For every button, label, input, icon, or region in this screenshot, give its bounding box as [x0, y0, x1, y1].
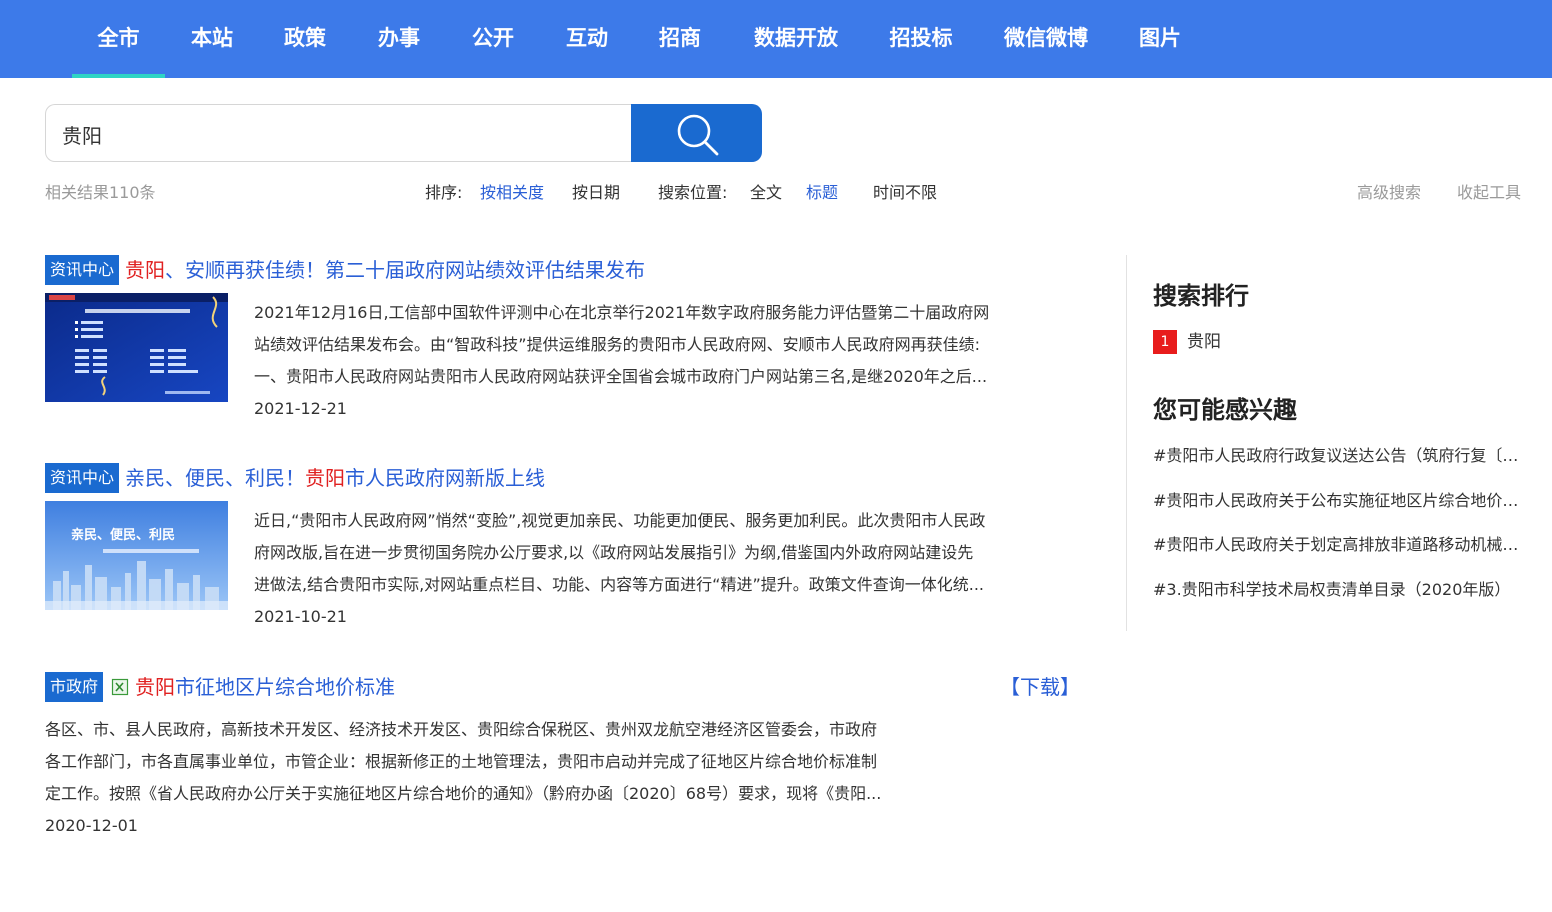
nav-tab-investment[interactable]: 招商 [648, 0, 712, 78]
result-item: 市政府 贵阳市征地区片综合地价标准 【下载】 各区、市、县人民政府，高新技术开发区… [45, 672, 1085, 842]
nav-tab-all-city[interactable]: 全市 [72, 0, 165, 78]
title-highlight: 贵阳 [135, 675, 176, 699]
download-link[interactable]: 【下载】 [1000, 672, 1080, 702]
nav-tab-bidding[interactable]: 招投标 [887, 0, 955, 78]
search-box [45, 104, 631, 162]
magnifier-icon [677, 114, 719, 156]
category-badge: 资讯中心 [45, 255, 120, 285]
search-input[interactable] [60, 113, 624, 155]
result-date: 2020-12-01 [45, 816, 138, 835]
search-position-fulltext[interactable]: 全文 [750, 182, 782, 206]
result-title-link[interactable]: 贵阳、安顺再获佳绩！第二十届政府网站绩效评估结果发布 [125, 258, 645, 282]
top-navbar: 全市 本站 政策 办事 公开 互动 招商 数据开放 招投标 微信微博 图片 [0, 0, 1552, 78]
rank-term: 贵阳 [1187, 332, 1221, 352]
category-badge: 资讯中心 [45, 463, 120, 493]
interest-link[interactable]: #3.贵阳市科学技术局权责清单目录（2020年版） [1153, 578, 1527, 602]
result-snippet: 2021年12月16日,工信部中国软件评测中心在北京举行2021年数字政府服务能… [254, 303, 990, 386]
interest-link[interactable]: #贵阳市人民政府行政复议送达公告（筑府行复〔2021〕号） [1153, 444, 1527, 468]
nav-tab-this-site[interactable]: 本站 [180, 0, 244, 78]
title-highlight: 贵阳 [125, 258, 166, 282]
nav-tab-policy[interactable]: 政策 [273, 0, 337, 78]
website-banner-image: 亲民、便民、利民 [45, 501, 228, 610]
advanced-search-link[interactable]: 高级搜索 [1357, 182, 1421, 206]
result-thumbnail[interactable] [45, 293, 228, 402]
result-snippet: 各区、市、县人民政府，高新技术开发区、经济技术开发区、贵阳综合保税区、贵州双龙航… [45, 720, 882, 803]
result-item: 资讯中心 亲民、便民、利民！贵阳市人民政府网新版上线 亲民、便民、利民 近日,“… [45, 463, 1085, 626]
spreadsheet-file-icon [111, 678, 129, 696]
sort-by-date[interactable]: 按日期 [572, 182, 620, 206]
result-title-link[interactable]: 亲民、便民、利民！贵阳市人民政府网新版上线 [125, 466, 545, 490]
sort-label: 排序: [425, 183, 463, 202]
title-highlight: 贵阳 [305, 466, 346, 490]
nav-tab-open-data[interactable]: 数据开放 [752, 0, 840, 78]
result-title-row: 资讯中心 贵阳、安顺再获佳绩！第二十届政府网站绩效评估结果发布 [45, 255, 645, 285]
title-text: 、安顺再获佳绩！第二十届政府网站绩效评估结果发布 [165, 258, 646, 282]
interest-title: 您可能感兴趣 [1153, 396, 1297, 424]
result-snippet: 近日,“贵阳市人民政府网”悄然“变脸”,视觉更加亲民、功能更加便民、服务更加利民… [254, 511, 986, 594]
ranking-item[interactable]: 1 贵阳 [1153, 330, 1221, 354]
result-date: 2021-10-21 [254, 607, 347, 626]
result-date: 2021-12-21 [254, 399, 347, 418]
result-title-row: 市政府 贵阳市征地区片综合地价标准 [45, 672, 395, 702]
category-badge: 市政府 [45, 672, 104, 702]
title-text: 亲民、便民、利民！ [125, 466, 306, 490]
sort-by-relevance[interactable]: 按相关度 [480, 182, 544, 206]
sidebar-divider [1126, 255, 1127, 631]
banner-text: 亲民、便民、利民 [71, 527, 175, 543]
nav-tab-public[interactable]: 公开 [461, 0, 525, 78]
result-thumbnail[interactable]: 亲民、便民、利民 [45, 501, 228, 610]
nav-tab-wechat-weibo[interactable]: 微信微博 [1001, 0, 1091, 78]
search-button[interactable] [631, 104, 762, 162]
title-text: 市征地区片综合地价标准 [175, 675, 396, 699]
rank-number-badge: 1 [1153, 330, 1177, 354]
result-title-row: 资讯中心 亲民、便民、利民！贵阳市人民政府网新版上线 [45, 463, 545, 493]
search-ranking-title: 搜索排行 [1153, 282, 1249, 310]
interest-link[interactable]: #贵阳市人民政府关于划定高排放非道路移动机械禁止使用区域的通告 [1153, 533, 1527, 557]
title-text: 市人民政府网新版上线 [345, 466, 546, 490]
nav-tab-interaction[interactable]: 互动 [555, 0, 619, 78]
result-title-link[interactable]: 贵阳市征地区片综合地价标准 [135, 675, 395, 699]
time-filter[interactable]: 时间不限 [873, 182, 937, 206]
nav-tab-images[interactable]: 图片 [1136, 0, 1184, 78]
search-position-title[interactable]: 标题 [806, 182, 838, 206]
nav-tab-services[interactable]: 办事 [367, 0, 431, 78]
collapse-tools-link[interactable]: 收起工具 [1457, 182, 1521, 206]
result-item: 资讯中心 贵阳、安顺再获佳绩！第二十届政府网站绩效评估结果发布 2021年12月… [45, 255, 1085, 418]
award-slide-image [45, 293, 228, 402]
interest-link[interactable]: #贵阳市人民政府关于公布实施征地区片综合地价标准的通知 [1153, 489, 1527, 513]
result-count: 相关结果110条 [45, 183, 156, 202]
search-position-label: 搜索位置: [658, 183, 728, 202]
